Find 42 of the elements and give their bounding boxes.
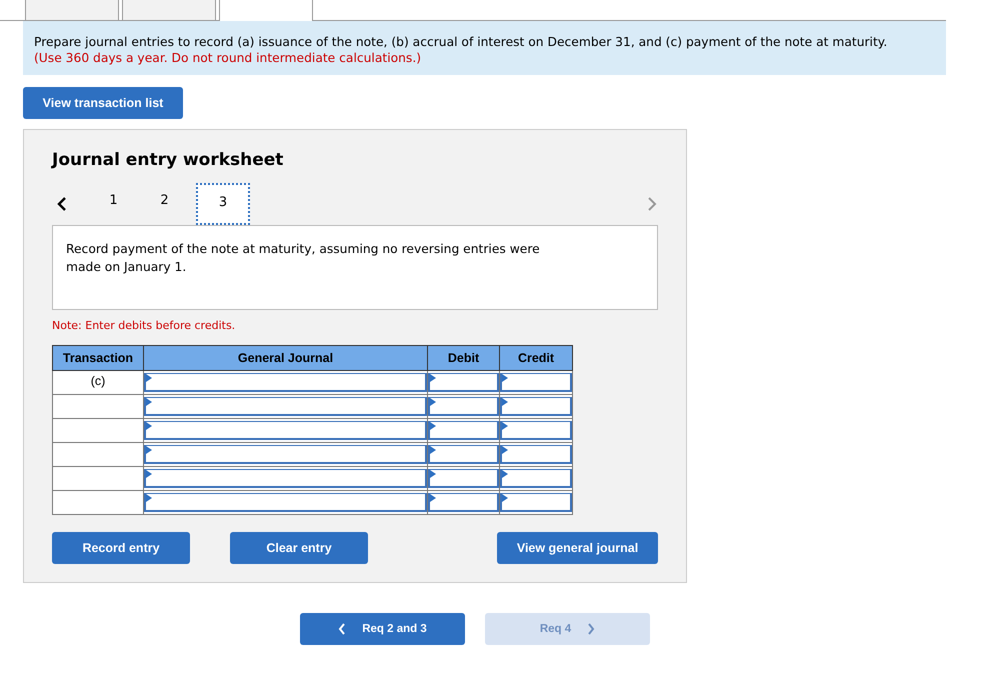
- column-header: General Journal: [144, 346, 428, 370]
- previous-chevron-icon[interactable]: [56, 196, 68, 212]
- account-field[interactable]: [144, 493, 427, 512]
- next-chevron-icon[interactable]: [646, 196, 658, 212]
- instructions-text: Prepare journal entries to record (a) issuance of the note, (b) accrual of interest on December 31, and (c) payment of the note at maturity. (Use 360 days a year. Do not round intermediate calculations.): [34, 34, 888, 66]
- worksheet-title: Journal entry worksheet: [52, 150, 284, 170]
- chevron-right-icon: [587, 623, 596, 635]
- account-field[interactable]: [144, 469, 427, 488]
- step-tab[interactable]: 3: [196, 183, 250, 225]
- credit-field[interactable]: [500, 469, 572, 488]
- credit-field[interactable]: [500, 493, 572, 512]
- view-transaction-list-button[interactable]: View transaction list: [23, 87, 183, 119]
- column-header: Debit: [428, 346, 500, 370]
- account-field[interactable]: [144, 373, 427, 392]
- step-tab[interactable]: 1: [88, 183, 139, 225]
- requirement-nav-button[interactable]: Req 2 and 3: [300, 613, 465, 645]
- column-header: Credit: [500, 346, 572, 370]
- requirement-tab[interactable]: [219, 0, 313, 21]
- chevron-left-icon: [338, 623, 346, 635]
- requirement-tab[interactable]: [25, 0, 119, 20]
- debit-field[interactable]: [428, 397, 499, 416]
- debit-field[interactable]: [428, 421, 499, 440]
- requirement-tab[interactable]: [122, 0, 216, 20]
- credit-field[interactable]: [500, 397, 572, 416]
- debit-field[interactable]: [428, 493, 499, 512]
- debit-field[interactable]: [428, 469, 499, 488]
- credit-field[interactable]: [500, 445, 572, 464]
- description-text: Record payment of the note at maturity, assuming no reversing entries were made on January 1.: [66, 241, 541, 276]
- debit-field[interactable]: [428, 373, 499, 392]
- credit-field[interactable]: [500, 373, 572, 392]
- step-tab[interactable]: 2: [139, 183, 190, 225]
- account-field[interactable]: [144, 397, 427, 416]
- account-field[interactable]: [144, 445, 427, 464]
- debit-field[interactable]: [428, 445, 499, 464]
- credit-field[interactable]: [500, 421, 572, 440]
- note-text: Note: Enter debits before credits.: [52, 319, 236, 332]
- worksheet-button[interactable]: Clear entry: [230, 532, 368, 564]
- column-header: Transaction: [52, 346, 144, 370]
- transaction-cell: (c): [52, 370, 144, 394]
- account-field[interactable]: [144, 421, 427, 440]
- worksheet-button[interactable]: View general journal: [497, 532, 658, 564]
- worksheet-button[interactable]: Record entry: [52, 532, 190, 564]
